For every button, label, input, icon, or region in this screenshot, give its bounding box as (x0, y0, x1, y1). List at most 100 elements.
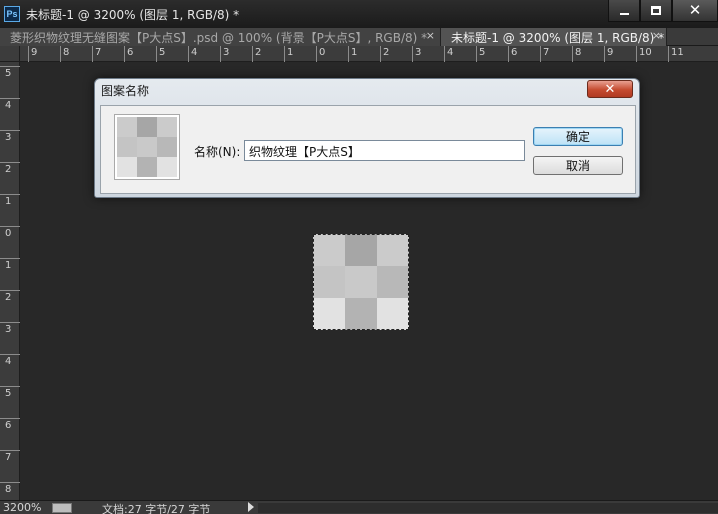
ruler-tick (284, 46, 285, 62)
ruler-tick (412, 46, 413, 62)
ruler-tick (0, 450, 20, 451)
ruler-tick (540, 46, 541, 62)
ruler-corner[interactable] (0, 46, 20, 62)
ruler-tick (92, 46, 93, 62)
pattern-cell (117, 137, 137, 157)
status-bar: 3200% 文档:27 字节/27 字节 (0, 500, 718, 514)
maximize-button[interactable] (640, 0, 672, 22)
pattern-cell (117, 157, 137, 177)
ruler-label: 6 (5, 420, 12, 431)
tab-document-2[interactable]: 未标题-1 @ 3200% (图层 1, RGB/8) * × (441, 28, 667, 46)
ok-button[interactable]: 确定 (533, 127, 623, 146)
zoom-level[interactable]: 3200% (3, 501, 41, 514)
tab-close-icon[interactable]: × (652, 29, 661, 42)
ruler-tick (0, 66, 20, 67)
pattern-name-input[interactable]: 织物纹理【P大点S】 (244, 140, 525, 161)
ruler-tick (124, 46, 125, 62)
ruler-label: 2 (5, 164, 12, 175)
ruler-label: 3 (223, 47, 230, 58)
dialog-body: 名称(N): 织物纹理【P大点S】 确定 取消 (100, 105, 636, 194)
pattern-cell (377, 234, 409, 266)
minimize-icon (619, 12, 629, 15)
name-label: 名称(N): (194, 145, 241, 159)
ruler-label: 6 (127, 47, 134, 58)
ruler-label: 5 (5, 68, 12, 79)
pattern-cell (345, 266, 377, 298)
tab-close-icon[interactable]: × (426, 29, 435, 42)
ruler-label: 9 (607, 47, 614, 58)
ruler-label: 3 (415, 47, 422, 58)
ruler-tick (0, 322, 20, 323)
pattern-name-dialog: 图案名称 ✕ 名称(N): 织物纹理【P大点S】 确定 取消 (94, 78, 640, 198)
close-window-button[interactable]: ✕ (672, 0, 718, 22)
pattern-preview (114, 114, 180, 180)
ruler-label: 10 (639, 47, 652, 58)
ruler-label: 2 (383, 47, 390, 58)
ruler-label: 0 (5, 228, 12, 239)
ruler-label: 7 (5, 452, 12, 463)
pattern-cell (157, 157, 177, 177)
close-icon: ✕ (604, 81, 616, 97)
ruler-label: 8 (63, 47, 70, 58)
ruler-label: 2 (5, 292, 12, 303)
pattern-tile[interactable] (313, 234, 409, 330)
ruler-tick (348, 46, 349, 62)
ruler-tick (0, 386, 20, 387)
vertical-ruler[interactable]: 5 4 3 2 1 0 1 2 3 4 5 6 7 8 (0, 62, 20, 500)
document-profile-icon[interactable] (52, 503, 72, 513)
ruler-tick (636, 46, 637, 62)
tab-document-1[interactable]: 菱形织物纹理无缝图案【P大点S】.psd @ 100% (背景【P大点S】, R… (0, 28, 441, 46)
ruler-tick (28, 46, 29, 62)
ruler-tick (604, 46, 605, 62)
pattern-cell (313, 234, 345, 266)
ruler-label: 0 (319, 47, 326, 58)
pattern-cell (157, 137, 177, 157)
ruler-label: 7 (95, 47, 102, 58)
ruler-label: 4 (5, 100, 12, 111)
minimize-button[interactable] (608, 0, 640, 22)
horizontal-scrollbar[interactable] (258, 503, 718, 513)
pattern-cell (345, 234, 377, 266)
pattern-cell (377, 266, 409, 298)
ruler-label: 1 (351, 47, 358, 58)
pattern-cell (313, 266, 345, 298)
ruler-label: 4 (447, 47, 454, 58)
ruler-label: 4 (5, 356, 12, 367)
ruler-label: 11 (671, 47, 684, 58)
pattern-cell (157, 117, 177, 137)
ruler-tick (220, 46, 221, 62)
pattern-cell (137, 157, 157, 177)
ruler-label: 9 (31, 47, 38, 58)
dialog-title: 图案名称 (101, 84, 150, 98)
ruler-tick (60, 46, 61, 62)
window-title: 未标题-1 @ 3200% (图层 1, RGB/8) * (26, 7, 240, 22)
ruler-label: 5 (5, 388, 12, 399)
ruler-label: 1 (5, 196, 12, 207)
ruler-tick (0, 290, 20, 291)
window-controls: ✕ (608, 0, 718, 22)
tab-label: 未标题-1 @ 3200% (图层 1, RGB/8) * (451, 30, 665, 45)
ruler-label: 8 (575, 47, 582, 58)
pattern-cell (377, 298, 409, 330)
tab-label: 菱形织物纹理无缝图案【P大点S】.psd @ 100% (背景【P大点S】, R… (10, 30, 428, 45)
ruler-label: 6 (511, 47, 518, 58)
ruler-tick (156, 46, 157, 62)
ruler-tick (0, 226, 20, 227)
dialog-close-button[interactable]: ✕ (587, 80, 633, 98)
ruler-tick (188, 46, 189, 62)
pattern-cell (117, 117, 137, 137)
ruler-tick (0, 98, 20, 99)
ruler-tick (0, 418, 20, 419)
pattern-preview-grid (117, 117, 177, 177)
cancel-button[interactable]: 取消 (533, 156, 623, 175)
ruler-tick (0, 194, 20, 195)
ruler-tick (668, 46, 669, 62)
ruler-label: 7 (543, 47, 550, 58)
maximize-icon (651, 6, 661, 15)
horizontal-ruler[interactable]: 9 8 7 6 5 4 3 2 1 0 1 2 3 4 5 6 7 8 9 10 11 (20, 46, 718, 62)
ruler-tick (380, 46, 381, 62)
status-menu-arrow-icon[interactable] (248, 502, 254, 512)
ruler-label: 5 (159, 47, 166, 58)
pattern-cell (313, 298, 345, 330)
ruler-tick (252, 46, 253, 62)
